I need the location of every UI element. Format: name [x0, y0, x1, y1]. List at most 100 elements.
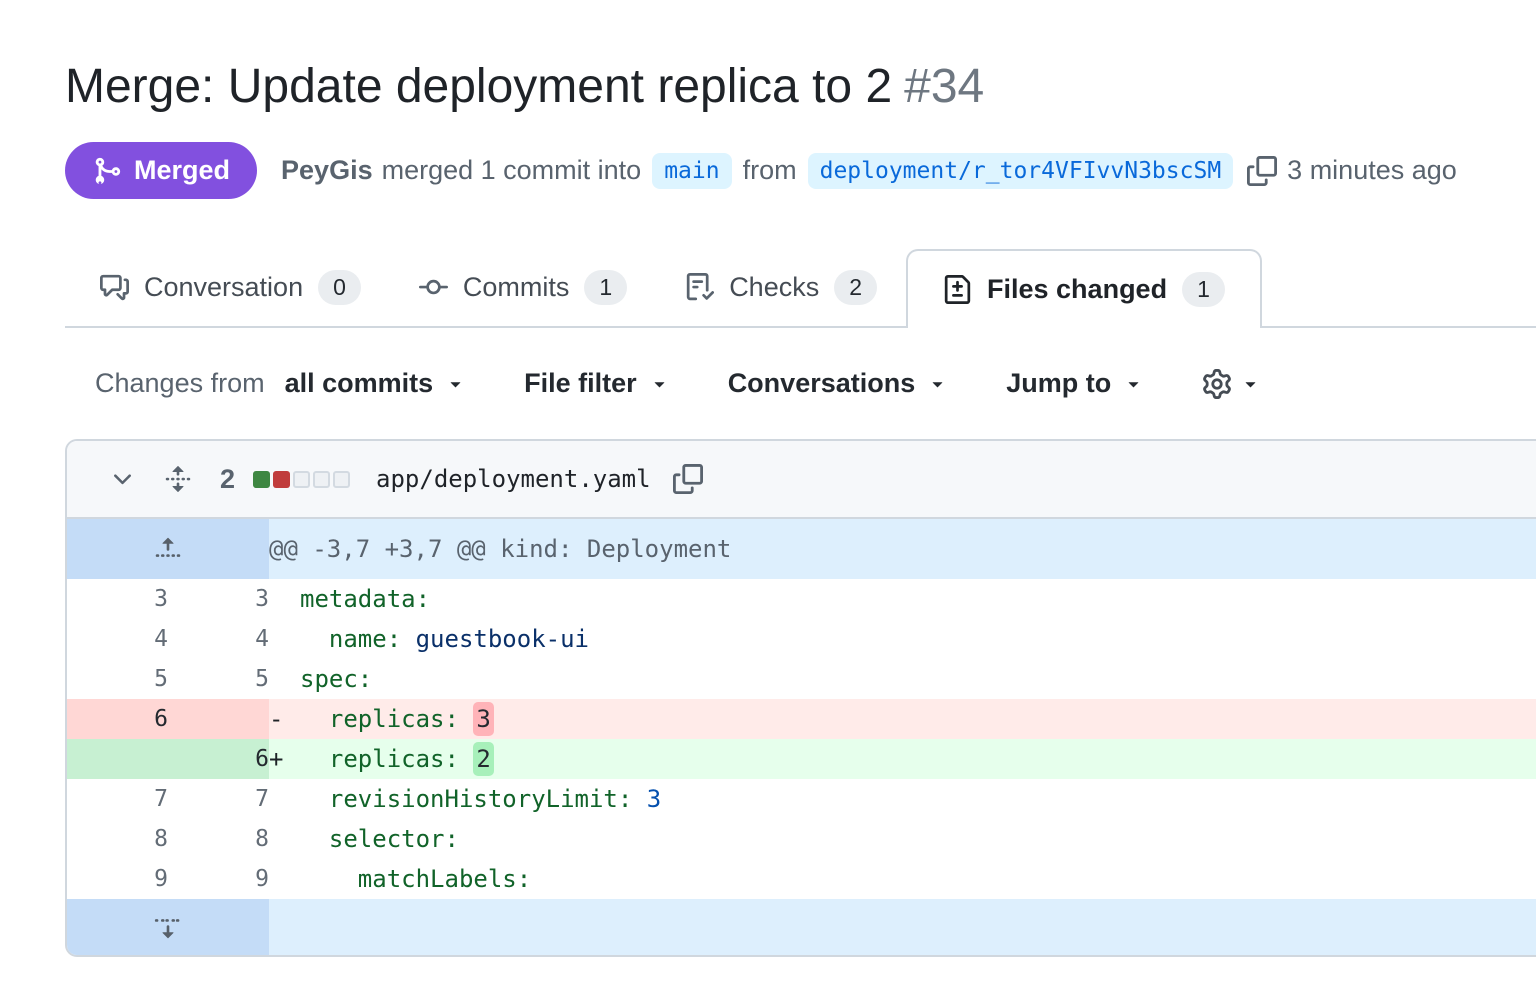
pr-title-text: Merge: Update deployment replica to 2	[65, 60, 892, 113]
tab-checks[interactable]: Checks 2	[656, 249, 906, 326]
code-cell: selector:	[269, 819, 1536, 859]
old-line-number[interactable]: 9	[67, 859, 168, 899]
tab-conversation[interactable]: Conversation 0	[71, 249, 390, 326]
file-header: 2 app/deployment.yaml	[67, 441, 1536, 519]
file-filter-dropdown[interactable]: File filter	[524, 368, 670, 399]
yaml-key: replicas:	[300, 705, 459, 733]
diff-line: 7 7 revisionHistoryLimit: 3	[67, 779, 1536, 819]
pr-header: Merge: Update deployment replica to 2#34…	[0, 0, 1536, 199]
diff-table: @@ -3,7 +3,7 @@ kind: Deployment 3 3 met…	[67, 519, 1536, 955]
git-merge-icon	[92, 156, 122, 186]
byline-action: merged 1 commit into	[382, 155, 642, 186]
diffstat-square	[333, 471, 350, 488]
page-title: Merge: Update deployment replica to 2#34	[65, 56, 1496, 118]
tab-commits[interactable]: Commits 1	[390, 249, 656, 326]
diff-line: 9 9 matchLabels:	[67, 859, 1536, 899]
comment-discussion-icon	[100, 273, 129, 302]
expand-up-button[interactable]	[67, 519, 269, 579]
old-line-number[interactable]: 7	[67, 779, 168, 819]
diff-toolbar: Changes from all commits File filter Con…	[95, 368, 1536, 399]
jump-to-dropdown[interactable]: Jump to	[1006, 368, 1144, 399]
old-line-number[interactable]	[67, 739, 168, 779]
new-line-number[interactable]: 8	[168, 819, 269, 859]
copy-file-path-icon[interactable]	[673, 464, 703, 494]
code-cell: name: guestbook-ui	[269, 619, 1536, 659]
head-branch-label[interactable]: deployment/r_tor4VFIvvN3bscSM	[808, 153, 1234, 189]
tab-label: Conversation	[144, 272, 303, 303]
yaml-key: spec:	[300, 665, 372, 693]
chevron-down-icon	[927, 373, 948, 394]
yaml-key: metadata:	[300, 585, 430, 613]
old-line-number[interactable]: 6	[67, 699, 168, 739]
code-cell: + replicas: 2	[269, 739, 1536, 779]
yaml-value	[459, 705, 473, 733]
pr-meta: Merged PeyGis merged 1 commit into main …	[65, 142, 1496, 199]
old-line-number[interactable]: 5	[67, 659, 168, 699]
merge-timestamp: 3 minutes ago	[1287, 155, 1457, 186]
changes-from-dropdown[interactable]: Changes from all commits	[95, 368, 466, 399]
old-line-number[interactable]: 4	[67, 619, 168, 659]
hunk-row: @@ -3,7 +3,7 @@ kind: Deployment	[67, 519, 1536, 579]
file-changes-count: 2	[220, 464, 235, 495]
old-line-number[interactable]: 8	[67, 819, 168, 859]
diff-sign	[269, 627, 300, 651]
new-line-number[interactable]	[168, 699, 269, 739]
file-name-link[interactable]: app/deployment.yaml	[376, 465, 651, 493]
base-branch-label[interactable]: main	[652, 153, 731, 189]
code-cell: - replicas: 3	[269, 699, 1536, 739]
file-diff-icon	[943, 275, 972, 304]
old-line-number[interactable]: 3	[67, 579, 168, 619]
tab-counter: 0	[318, 270, 361, 305]
collapse-file-chevron-icon[interactable]	[109, 466, 136, 493]
checklist-icon	[685, 273, 714, 302]
diff-line-added: 6 + replicas: 2	[67, 739, 1536, 779]
diff-line-removed: 6 - replicas: 3	[67, 699, 1536, 739]
yaml-key: revisionHistoryLimit:	[300, 785, 632, 813]
copy-branch-icon[interactable]	[1247, 156, 1277, 186]
diff-line: 5 5 spec:	[67, 659, 1536, 699]
pr-number: #34	[904, 60, 984, 113]
yaml-value	[459, 745, 473, 773]
diff-sign: -	[269, 707, 300, 731]
status-badge: Merged	[65, 142, 257, 199]
tab-counter: 1	[584, 270, 627, 305]
new-line-number[interactable]: 7	[168, 779, 269, 819]
diff-sign	[269, 667, 300, 691]
chevron-down-icon	[1123, 373, 1144, 394]
diff-sign	[269, 867, 300, 891]
chevron-down-icon	[445, 373, 466, 394]
diff-line: 3 3 metadata:	[67, 579, 1536, 619]
yaml-value: 3	[632, 785, 661, 813]
new-line-number[interactable]: 5	[168, 659, 269, 699]
pr-tabs: Conversation 0 Commits 1 Checks 2 Files …	[65, 249, 1536, 328]
expand-row-content	[269, 899, 1536, 955]
gear-icon	[1202, 369, 1232, 399]
diff-sign	[269, 587, 300, 611]
new-line-number[interactable]: 9	[168, 859, 269, 899]
new-line-number[interactable]: 3	[168, 579, 269, 619]
jump-to-label: Jump to	[1006, 368, 1111, 399]
changes-from-label: Changes from	[95, 368, 265, 399]
expand-all-icon[interactable]	[164, 465, 192, 493]
new-line-number[interactable]: 6	[168, 739, 269, 779]
tab-files-changed[interactable]: Files changed 1	[906, 249, 1262, 328]
yaml-key: matchLabels:	[300, 865, 531, 893]
diff-settings-button[interactable]	[1202, 369, 1261, 399]
hunk-header: @@ -3,7 +3,7 @@ kind: Deployment	[269, 519, 1536, 579]
chevron-down-icon	[1240, 373, 1261, 394]
new-line-number[interactable]: 4	[168, 619, 269, 659]
chevron-down-icon	[649, 373, 670, 394]
conversations-dropdown[interactable]: Conversations	[728, 368, 949, 399]
byline-from: from	[743, 155, 797, 186]
tab-counter: 1	[1182, 272, 1225, 307]
diff-sign	[269, 787, 300, 811]
expand-down-button[interactable]	[67, 899, 269, 955]
author-link[interactable]: PeyGis	[281, 155, 373, 186]
diff-sign	[269, 827, 300, 851]
removed-word-highlight: 3	[473, 702, 493, 736]
code-cell: metadata:	[269, 579, 1536, 619]
fold-up-icon	[67, 535, 269, 563]
status-badge-label: Merged	[134, 155, 230, 186]
tab-label: Checks	[729, 272, 819, 303]
tab-label: Commits	[463, 272, 570, 303]
